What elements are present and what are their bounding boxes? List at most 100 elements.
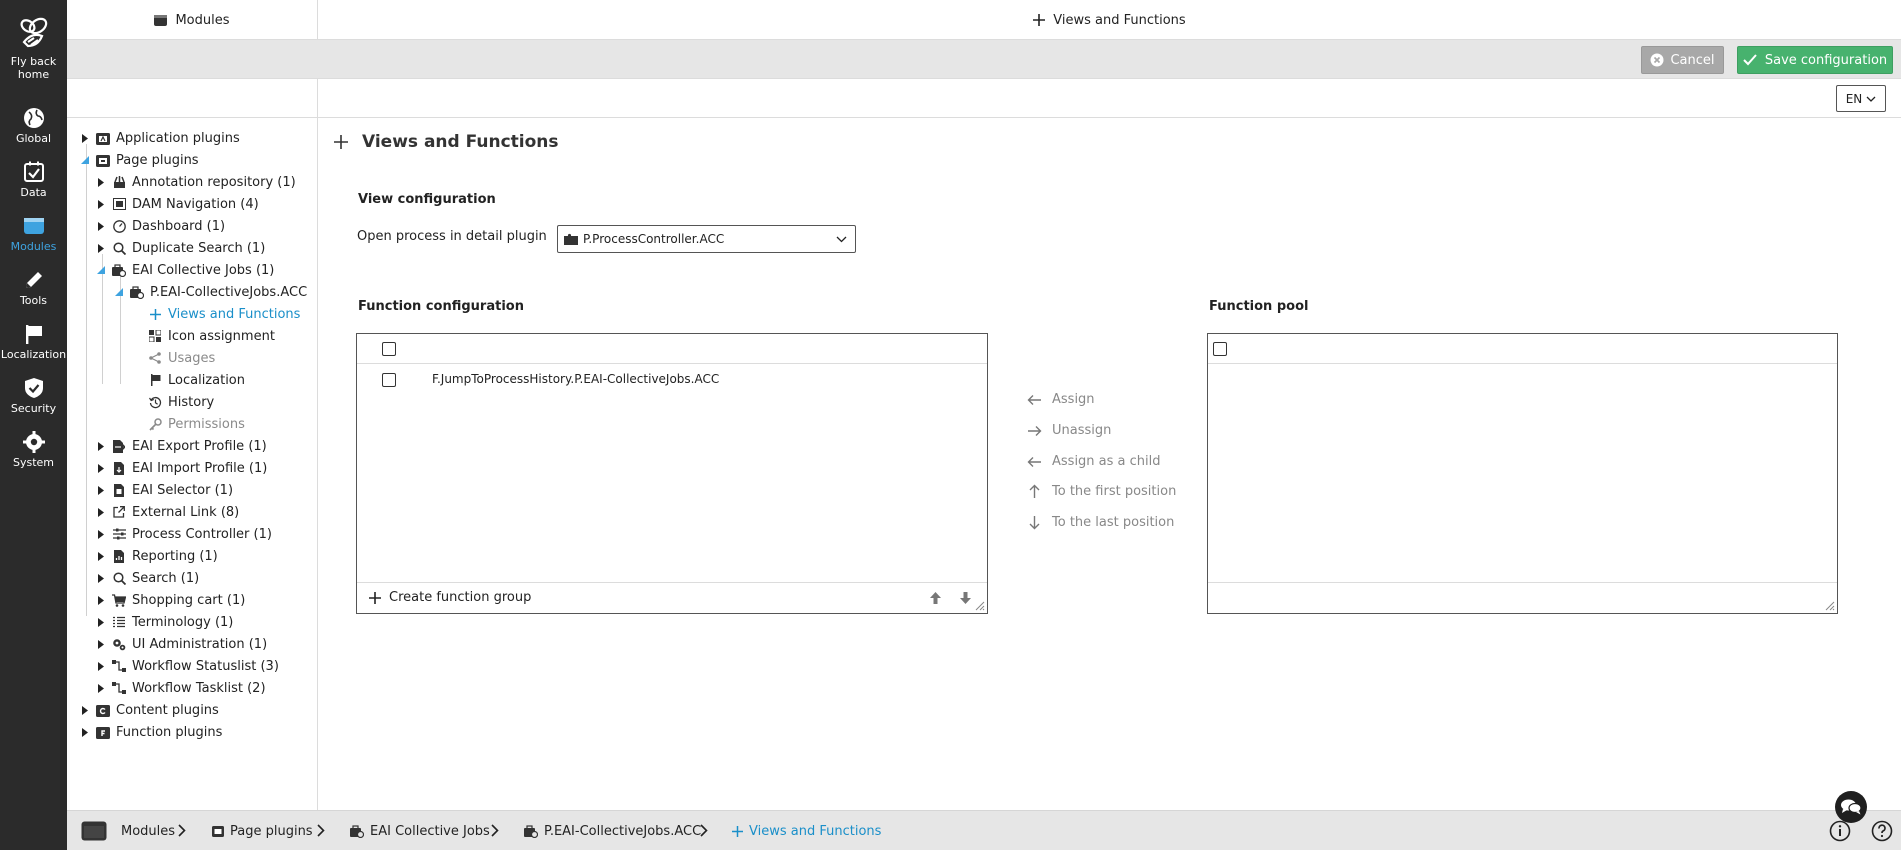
collapse-arrow-icon[interactable]	[80, 156, 90, 164]
save-configuration-button[interactable]: Save configuration	[1737, 46, 1893, 74]
tree-node-history[interactable]: History	[148, 391, 214, 413]
move-down-icon[interactable]	[959, 591, 972, 605]
to-last-position-button[interactable]: To the last position	[1027, 515, 1174, 530]
tree-node-label: EAI Import Profile (1)	[132, 460, 268, 476]
expand-arrow-icon[interactable]	[80, 133, 90, 143]
tree-node-function-plugins[interactable]: Function plugins	[80, 721, 222, 743]
select-all-checkbox[interactable]	[382, 342, 396, 356]
arrow-down-icon	[1029, 516, 1040, 530]
expand-arrow-icon[interactable]	[96, 507, 106, 517]
breadcrumb-item-page-plugins[interactable]: Page plugins	[212, 811, 313, 850]
select-all-checkbox[interactable]	[1213, 342, 1227, 356]
breadcrumb-item-modules[interactable]: Modules	[81, 811, 175, 850]
tree-node-label: Views and Functions	[168, 306, 301, 322]
tree-node-p-eai-collectivejobs-acc[interactable]: P.EAI-CollectiveJobs.ACC	[114, 281, 307, 303]
tree-node-search[interactable]: Search (1)	[96, 567, 199, 589]
expand-arrow-icon[interactable]	[80, 727, 90, 737]
unassign-button[interactable]: Unassign	[1027, 423, 1111, 438]
assign-as-child-button[interactable]: Assign as a child	[1027, 454, 1161, 469]
tree-node-dam-navigation[interactable]: DAM Navigation (4)	[96, 193, 259, 215]
tree-node-label: Workflow Tasklist (2)	[132, 680, 266, 696]
expand-arrow-icon[interactable]	[96, 661, 106, 671]
rail-item-label: Data	[20, 186, 47, 199]
tree-node-eai-export-profile[interactable]: EAI Export Profile (1)	[96, 435, 267, 457]
row-checkbox[interactable]	[382, 373, 396, 387]
move-up-icon[interactable]	[929, 591, 942, 605]
expand-arrow-icon[interactable]	[96, 485, 106, 495]
tree-node-permissions[interactable]: Permissions	[148, 413, 245, 435]
expand-arrow-icon[interactable]	[96, 441, 106, 451]
tree-node-label: External Link (8)	[132, 504, 240, 520]
expand-arrow-icon[interactable]	[96, 177, 106, 187]
rail-item-global[interactable]: Global	[0, 107, 67, 145]
tree-node-shopping-cart[interactable]: Shopping cart (1)	[96, 589, 245, 611]
rail-item-fly-back-home[interactable]: Fly back home	[0, 12, 67, 81]
rail-item-modules[interactable]: Modules	[0, 215, 67, 253]
language-select[interactable]: EN	[1836, 85, 1886, 112]
info-icon[interactable]	[1829, 820, 1851, 842]
assign-button[interactable]: Assign	[1027, 392, 1095, 407]
tree-node-duplicate-search[interactable]: Duplicate Search (1)	[96, 237, 265, 259]
tree-node-views-and-functions[interactable]: Views and Functions	[148, 303, 300, 325]
cancel-button[interactable]: Cancel	[1641, 46, 1724, 74]
rail-item-security[interactable]: Security	[0, 377, 67, 415]
shield-check-icon	[24, 378, 43, 398]
tree-node-external-link[interactable]: External Link (8)	[96, 501, 239, 523]
tree-node-localization[interactable]: Localization	[148, 369, 245, 391]
modules-window-icon	[23, 218, 44, 234]
open-process-select[interactable]: P.ProcessController.ACC	[557, 225, 856, 253]
expand-arrow-icon[interactable]	[96, 529, 106, 539]
tree-node-annotation-repository[interactable]: Annotation repository (1)	[96, 171, 296, 193]
panel-title: Views and Functions	[1053, 12, 1186, 28]
folder-app-icon	[96, 131, 110, 145]
tree-node-terminology[interactable]: Terminology (1)	[96, 611, 233, 633]
tree-node-eai-selector[interactable]: EAI Selector (1)	[96, 479, 233, 501]
expand-arrow-icon[interactable]	[96, 617, 106, 627]
rail-item-data[interactable]: Data	[0, 161, 67, 199]
breadcrumb-item-p-eai-collectivejobs-acc[interactable]: P.EAI-CollectiveJobs.ACC	[524, 811, 701, 850]
help-icon[interactable]	[1871, 820, 1893, 842]
tree-node-usages[interactable]: Usages	[148, 347, 215, 369]
expand-arrow-icon[interactable]	[96, 243, 106, 253]
to-first-position-button[interactable]: To the first position	[1027, 484, 1176, 499]
expand-arrow-icon[interactable]	[96, 461, 106, 475]
rail-item-tools[interactable]: Tools	[0, 269, 67, 307]
expand-arrow-icon[interactable]	[96, 551, 106, 561]
create-function-group-button[interactable]: Create function group	[369, 590, 531, 605]
rail-item-localization[interactable]: Localization	[0, 323, 67, 361]
tree-node-label: Shopping cart (1)	[132, 592, 246, 608]
chat-bubbles-button[interactable]	[1835, 791, 1867, 823]
tree-node-page-plugins[interactable]: Page plugins	[80, 149, 199, 171]
file-selector-icon	[112, 483, 126, 497]
tree-node-workflow-tasklist[interactable]: Workflow Tasklist (2)	[96, 677, 266, 699]
resize-grip-icon[interactable]	[975, 601, 985, 611]
expand-arrow-icon[interactable]	[96, 199, 106, 209]
resize-grip-icon[interactable]	[1825, 601, 1835, 611]
expand-arrow-icon[interactable]	[80, 705, 90, 715]
chat-bubbles-icon	[1841, 799, 1862, 815]
image-gallery-icon	[112, 197, 126, 211]
breadcrumb-item-eai-collective-jobs[interactable]: EAI Collective Jobs	[350, 811, 490, 850]
tree-node-ui-administration[interactable]: UI Administration (1)	[96, 633, 267, 655]
expand-arrow-icon[interactable]	[96, 573, 106, 583]
tree-node-workflow-statuslist[interactable]: Workflow Statuslist (3)	[96, 655, 279, 677]
expand-arrow-icon[interactable]	[96, 683, 106, 693]
collective-jobs-icon	[524, 824, 538, 838]
expand-arrow-icon[interactable]	[96, 595, 106, 605]
tree-node-dashboard[interactable]: Dashboard (1)	[96, 215, 225, 237]
tree-node-label: Process Controller (1)	[132, 526, 272, 542]
tree-node-application-plugins[interactable]: Application plugins	[80, 127, 240, 149]
tree-node-eai-import-profile[interactable]: EAI Import Profile (1)	[96, 457, 267, 479]
tree-node-reporting[interactable]: Reporting (1)	[96, 545, 218, 567]
collapse-arrow-icon[interactable]	[114, 288, 124, 296]
breadcrumb-item-views-and-functions[interactable]: Views and Functions	[732, 811, 881, 850]
tree-node-icon-assignment[interactable]: Icon assignment	[148, 325, 275, 347]
expand-arrow-icon[interactable]	[96, 221, 106, 231]
tree-node-process-controller[interactable]: Process Controller (1)	[96, 523, 272, 545]
rail-item-system[interactable]: System	[0, 431, 67, 469]
search-icon	[112, 571, 126, 585]
expand-arrow-icon[interactable]	[96, 639, 106, 649]
tree-node-eai-collective-jobs[interactable]: EAI Collective Jobs (1)	[96, 259, 274, 281]
collapse-arrow-icon[interactable]	[96, 266, 106, 274]
tree-node-content-plugins[interactable]: Content plugins	[80, 699, 219, 721]
